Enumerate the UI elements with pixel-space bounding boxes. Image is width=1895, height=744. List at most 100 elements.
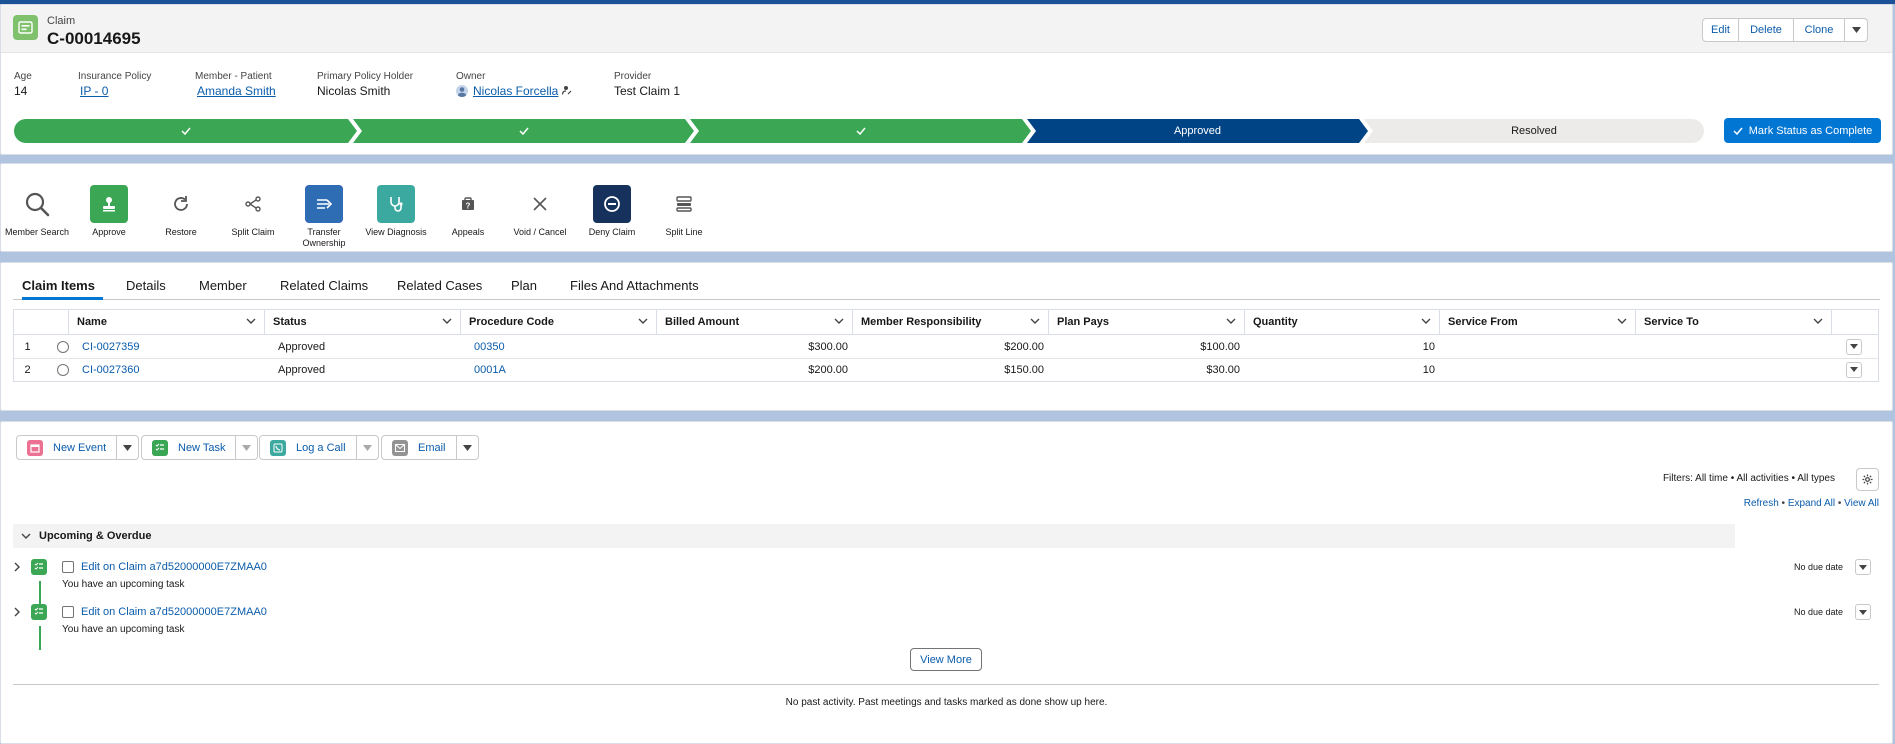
tab-claim-items[interactable]: Claim Items [22, 278, 95, 293]
member-patient-link[interactable]: Amanda Smith [197, 84, 276, 98]
column-header-actions [1832, 310, 1878, 335]
path-step-3[interactable] [690, 119, 1031, 143]
task-checkbox[interactable] [62, 606, 74, 618]
email-button[interactable]: Email [382, 436, 456, 459]
chevron-down-icon [1851, 27, 1861, 33]
task-checkbox[interactable] [62, 561, 74, 573]
column-header-name[interactable]: Name [69, 310, 265, 335]
claim-item-link[interactable]: CI-0027359 [82, 341, 140, 353]
chevron-down-icon[interactable] [1421, 318, 1431, 324]
filter-settings-button[interactable] [1856, 468, 1879, 491]
chevron-down-icon [1850, 367, 1858, 372]
task-actions-menu[interactable] [1855, 559, 1871, 575]
log-call-dropdown[interactable] [355, 436, 378, 459]
task-icon [31, 559, 47, 575]
mark-status-complete-button[interactable]: Mark Status as Complete [1724, 118, 1881, 143]
tab-plan[interactable]: Plan [511, 278, 537, 293]
new-event-dropdown[interactable] [116, 436, 138, 459]
upcoming-overdue-header[interactable]: Upcoming & Overdue [13, 524, 1735, 548]
column-header-billed-amount[interactable]: Billed Amount [657, 310, 853, 335]
claim-item-name-link[interactable]: CI-0027359 [82, 335, 140, 358]
row-select-radio[interactable] [57, 335, 69, 358]
insurance-policy-link[interactable]: IP - 0 [80, 84, 108, 98]
chevron-down-icon[interactable] [1813, 318, 1823, 324]
log-call-button[interactable]: Log a Call [260, 436, 356, 459]
action-deny-claim[interactable]: Deny Claim [576, 185, 648, 238]
column-header-service-to[interactable]: Service To [1636, 310, 1832, 335]
expand-all-link[interactable]: Expand All [1788, 498, 1835, 509]
column-header-service-from[interactable]: Service From [1440, 310, 1636, 335]
action-split-line[interactable]: Split Line [648, 185, 720, 238]
action-appeals[interactable]: ? Appeals [432, 185, 504, 238]
action-member-search[interactable]: Member Search [1, 185, 73, 238]
column-header-procedure-code[interactable]: Procedure Code [461, 310, 657, 335]
chevron-down-icon[interactable] [1617, 318, 1627, 324]
action-restore[interactable]: Restore [145, 185, 217, 238]
new-task-button[interactable]: New Task [142, 436, 235, 459]
procedure-code-link[interactable]: 0001A [474, 364, 506, 376]
task-actions-menu[interactable] [1855, 604, 1871, 620]
row-actions[interactable] [1846, 335, 1862, 358]
column-header-quantity[interactable]: Quantity [1245, 310, 1440, 335]
action-split-claim[interactable]: Split Claim [217, 185, 289, 238]
change-owner-icon[interactable] [562, 84, 572, 98]
clone-button[interactable]: Clone [1793, 18, 1845, 42]
chevron-down-icon [1859, 564, 1867, 570]
column-header-plan-pays[interactable]: Plan Pays [1049, 310, 1245, 335]
action-transfer-ownership[interactable]: Transfer Ownership [288, 185, 360, 249]
tab-related-claims[interactable]: Related Claims [280, 278, 368, 293]
email-icon [392, 439, 408, 456]
task-icon [152, 439, 168, 456]
more-actions-button[interactable] [1844, 18, 1868, 42]
email-dropdown[interactable] [455, 436, 478, 459]
tab-details[interactable]: Details [126, 278, 166, 293]
column-header-member-responsibility[interactable]: Member Responsibility [853, 310, 1049, 335]
row-actions[interactable] [1846, 358, 1862, 381]
path-step-1[interactable] [14, 119, 357, 143]
record-header-top: Claim C-00014695 Edit Delete Clone [1, 5, 1892, 53]
refresh-link[interactable]: Refresh [1744, 498, 1779, 509]
path-step-resolved[interactable]: Resolved [1364, 119, 1704, 143]
chevron-down-icon[interactable] [638, 318, 648, 324]
tab-files-and-attachments[interactable]: Files And Attachments [570, 278, 699, 293]
column-header-status[interactable]: Status [265, 310, 461, 335]
field-label: Age [14, 71, 32, 82]
action-void-cancel[interactable]: Void / Cancel [504, 185, 576, 238]
stethoscope-icon [377, 185, 415, 223]
tab-member[interactable]: Member [199, 278, 247, 293]
calendar-icon [27, 439, 43, 456]
path-step-approved[interactable]: Approved [1027, 119, 1368, 143]
chevron-down-icon [21, 533, 31, 539]
row-select-radio[interactable] [57, 358, 69, 381]
field-value: Nicolas Smith [317, 84, 391, 98]
delete-button[interactable]: Delete [1738, 18, 1794, 42]
chevron-down-icon[interactable] [834, 318, 844, 324]
chevron-right-icon[interactable] [13, 607, 21, 617]
gear-icon [1862, 474, 1873, 485]
quantity-cell: 10 [1422, 363, 1435, 376]
task-title-link[interactable]: Edit on Claim a7d52000000E7ZMAA0 [81, 561, 267, 573]
new-event-button[interactable]: New Event [17, 436, 116, 459]
claim-item-link[interactable]: CI-0027360 [82, 364, 140, 376]
chevron-down-icon[interactable] [246, 318, 256, 324]
action-view-diagnosis[interactable]: View Diagnosis [360, 185, 432, 238]
chevron-down-icon[interactable] [442, 318, 452, 324]
action-approve[interactable]: Approve [73, 185, 145, 238]
chevron-down-icon[interactable] [1226, 318, 1236, 324]
view-all-link[interactable]: View All [1844, 498, 1879, 509]
task-title-link[interactable]: Edit on Claim a7d52000000E7ZMAA0 [81, 606, 267, 618]
chevron-right-icon[interactable] [13, 562, 21, 572]
edit-button[interactable]: Edit [1702, 18, 1739, 42]
tab-related-cases[interactable]: Related Cases [397, 278, 482, 293]
view-more-button[interactable]: View More [910, 648, 982, 671]
path-step-2[interactable] [353, 119, 694, 143]
chevron-down-icon[interactable] [1030, 318, 1040, 324]
procedure-code-link[interactable]: 00350 [474, 341, 505, 353]
action-label: Approve [92, 227, 126, 237]
phone-icon [270, 439, 286, 456]
new-task-dropdown[interactable] [235, 436, 257, 459]
owner-link[interactable]: Nicolas Forcella [473, 84, 558, 98]
field-value: 14 [14, 84, 28, 98]
activity-filters[interactable]: Filters: All time • All activities • All… [1663, 473, 1835, 484]
claim-item-name-link[interactable]: CI-0027360 [82, 358, 140, 381]
